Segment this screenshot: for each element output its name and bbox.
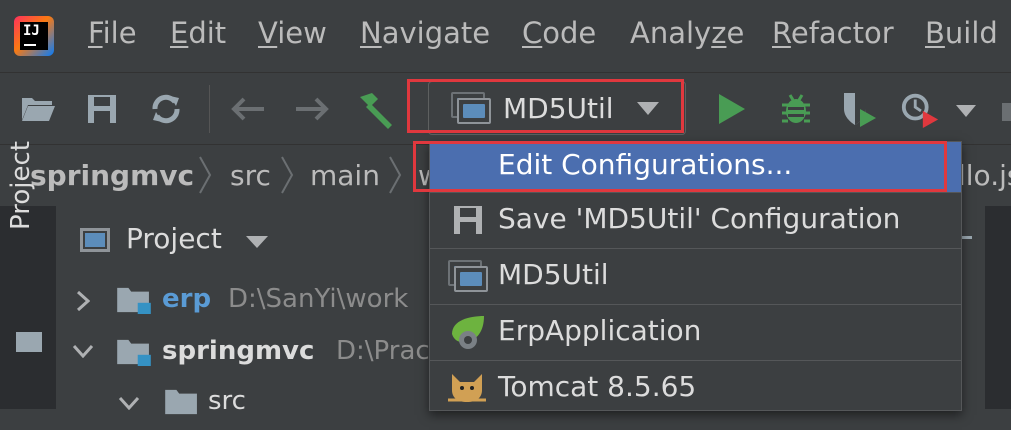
sync-icon[interactable] xyxy=(146,89,186,129)
chevron-down-icon[interactable] xyxy=(72,344,94,358)
menu-build[interactable]: Build xyxy=(925,16,998,50)
menu-code[interactable]: Code xyxy=(522,16,596,50)
intellij-logo-icon[interactable]: IJ xyxy=(14,16,54,56)
folder-icon xyxy=(16,332,42,352)
open-folder-icon[interactable] xyxy=(18,89,58,129)
tree-item-springmvc[interactable]: springmvc D:\Prac xyxy=(56,326,430,378)
editor-area xyxy=(985,206,1011,409)
module-folder-icon xyxy=(117,339,151,366)
breadcrumb-src[interactable]: src xyxy=(230,159,271,192)
menu-view[interactable]: View xyxy=(258,16,327,50)
project-view-title[interactable]: Project xyxy=(126,222,222,255)
chevron-down-icon[interactable] xyxy=(246,236,268,248)
folder-icon xyxy=(165,389,197,415)
md5util-config-item[interactable]: MD5Util xyxy=(430,248,961,304)
application-config-icon xyxy=(457,98,491,124)
erpapplication-config-item[interactable]: ErpApplication xyxy=(430,304,961,360)
toolbar-overflow-icon xyxy=(1002,103,1011,121)
run-with-coverage-icon[interactable] xyxy=(840,89,880,129)
project-tool-tab-label[interactable]: Project xyxy=(6,141,36,230)
tomcat-icon xyxy=(448,374,486,402)
chevron-down-icon[interactable] xyxy=(118,396,140,410)
save-icon[interactable] xyxy=(82,89,122,129)
spring-boot-icon xyxy=(452,316,484,349)
project-view-icon xyxy=(80,228,110,252)
build-hammer-icon[interactable] xyxy=(356,89,396,129)
run-config-label: MD5Util xyxy=(503,92,614,125)
editor-tab-hello[interactable]: llo.js xyxy=(958,159,1011,192)
tree-item-path: D:\Prac xyxy=(336,336,430,366)
tree-item-name: springmvc xyxy=(162,336,315,366)
module-folder-icon xyxy=(117,287,151,314)
breadcrumb-springmvc[interactable]: springmvc xyxy=(30,159,194,192)
save-icon xyxy=(454,206,482,234)
toolbar-separator xyxy=(209,85,210,133)
menu-file[interactable]: File xyxy=(88,16,137,50)
forward-arrow-icon[interactable] xyxy=(292,89,332,129)
menu-refactor[interactable]: Refactor xyxy=(772,16,894,50)
menu-navigate[interactable]: Navigate xyxy=(360,16,490,50)
tree-item-name: erp xyxy=(162,284,212,314)
breadcrumb-separator-icon xyxy=(199,156,212,194)
run-icon[interactable] xyxy=(712,89,752,129)
save-configuration-item[interactable]: Save 'MD5Util' Configuration xyxy=(430,192,961,248)
chevron-down-icon[interactable] xyxy=(956,105,976,117)
tree-item-name: src xyxy=(208,386,246,416)
breadcrumb-separator-icon xyxy=(389,156,402,194)
application-config-icon xyxy=(454,266,488,292)
tree-item-erp[interactable]: erp D:\SanYi\work xyxy=(56,274,428,326)
tree-item-path: D:\SanYi\work xyxy=(228,284,409,314)
back-arrow-icon[interactable] xyxy=(228,89,268,129)
chevron-right-icon[interactable] xyxy=(76,290,90,312)
tomcat-config-item[interactable]: Tomcat 8.5.65 xyxy=(430,360,961,416)
project-tool-tab[interactable] xyxy=(0,206,56,409)
breadcrumb-separator-icon xyxy=(281,156,294,194)
tree-item-src[interactable]: src xyxy=(56,378,428,430)
menu-bar: IJ File Edit View Navigate Code Analyze … xyxy=(0,0,1011,72)
run-config-popup: Edit Configurations... Save 'MD5Util' Co… xyxy=(429,141,962,411)
profiler-icon[interactable] xyxy=(900,89,940,129)
chevron-down-icon xyxy=(637,102,659,115)
menu-analyze[interactable]: Analyze xyxy=(630,16,744,50)
breadcrumb-main[interactable]: main xyxy=(310,159,380,192)
debug-bug-icon[interactable] xyxy=(776,89,816,129)
run-configuration-dropdown[interactable]: MD5Util xyxy=(428,81,686,135)
main-toolbar: MD5Util xyxy=(0,72,1011,145)
edit-configurations-item[interactable]: Edit Configurations... xyxy=(430,142,961,192)
menu-edit[interactable]: Edit xyxy=(170,16,226,50)
left-tool-strip xyxy=(0,206,57,409)
